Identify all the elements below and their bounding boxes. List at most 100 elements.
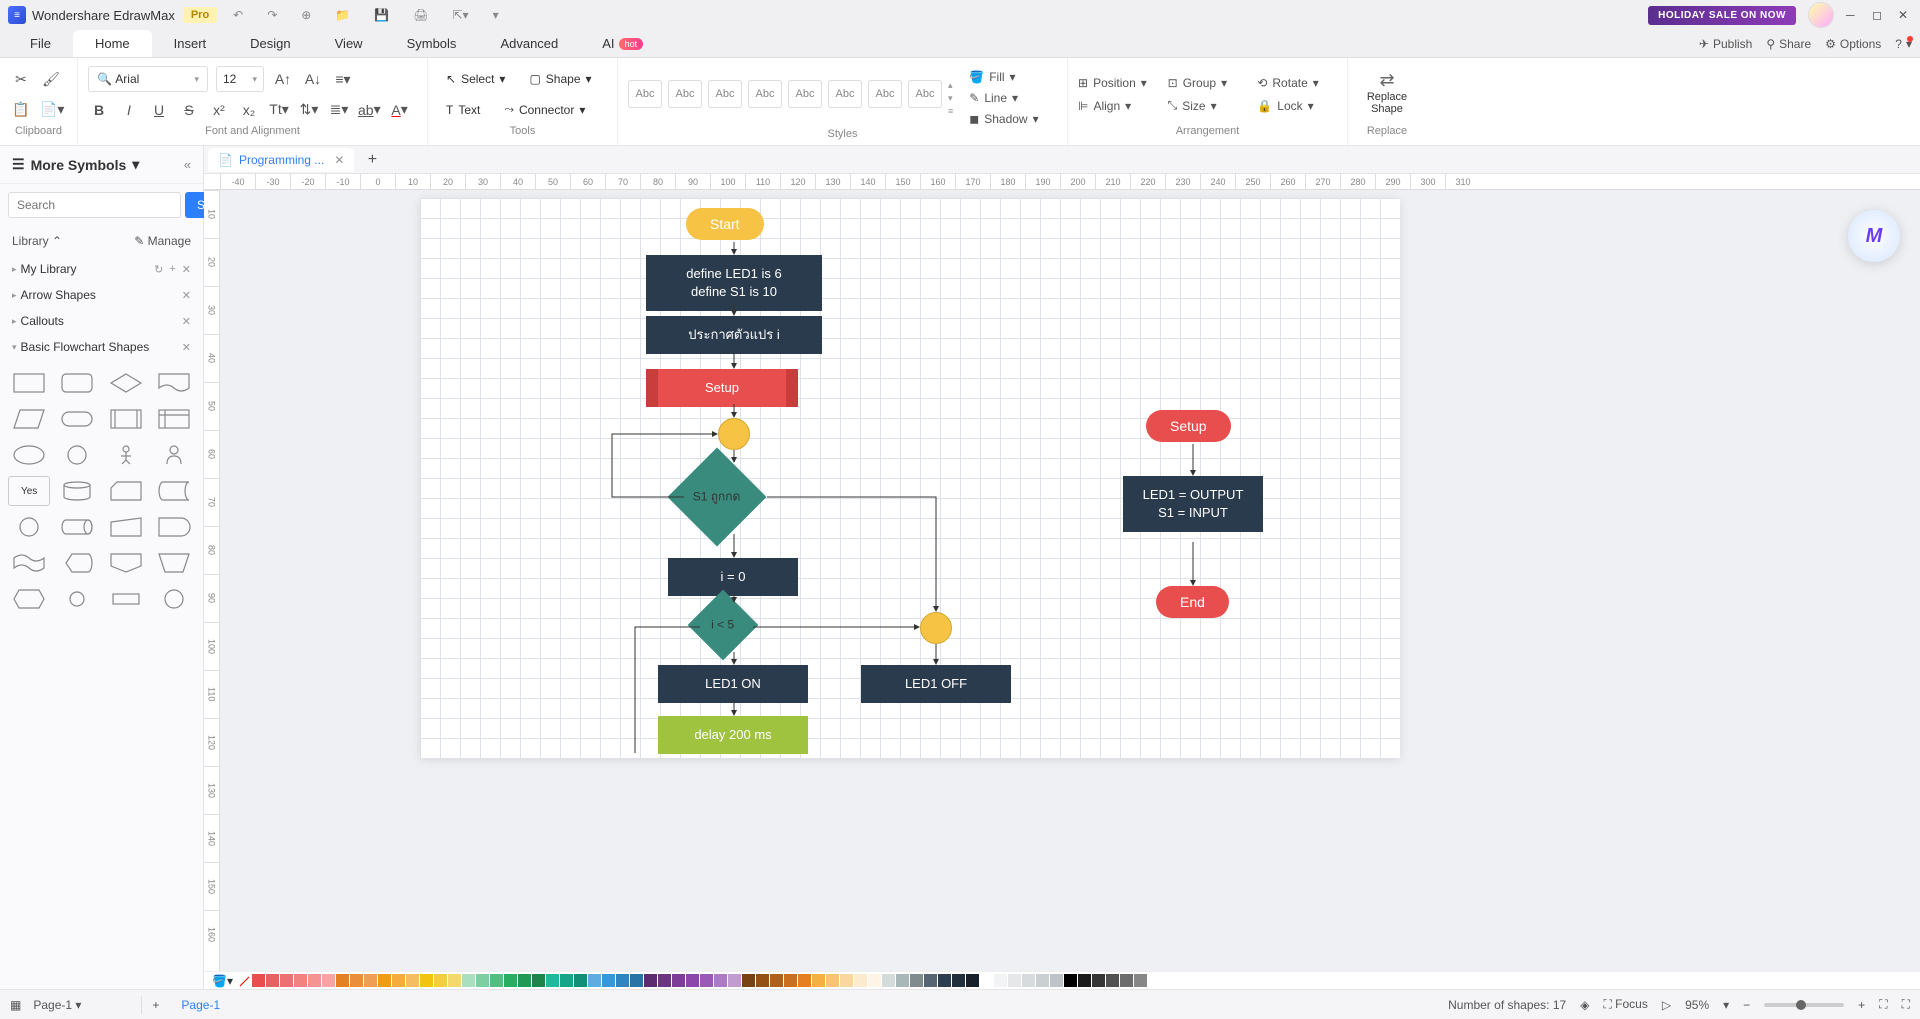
color-swatch[interactable]: [392, 974, 405, 987]
highlight-icon[interactable]: ab▾: [358, 99, 381, 121]
size-tool[interactable]: ⤡ Size▾: [1168, 96, 1248, 115]
fit-page-icon[interactable]: ⛶: [1879, 997, 1887, 1012]
color-swatch[interactable]: [966, 974, 979, 987]
shape-person[interactable]: [153, 440, 195, 470]
shape-decision-i[interactable]: i < 5: [688, 590, 759, 661]
shape-stored[interactable]: [153, 476, 195, 506]
color-swatch[interactable]: [938, 974, 951, 987]
color-swatch[interactable]: [1022, 974, 1035, 987]
menu-advanced[interactable]: Advanced: [478, 30, 580, 57]
font-color-icon[interactable]: A▾: [389, 99, 411, 121]
color-swatch[interactable]: [840, 974, 853, 987]
font-size-select[interactable]: 12▾: [216, 66, 264, 92]
color-swatch[interactable]: [336, 974, 349, 987]
fill-tool[interactable]: 🪣 Fill ▾: [969, 68, 1038, 86]
save-icon[interactable]: 💾: [374, 8, 389, 22]
shape-or[interactable]: [56, 584, 98, 614]
align-icon[interactable]: ≡▾: [332, 68, 354, 90]
style-preset-1[interactable]: Abc: [628, 80, 662, 108]
text-tool[interactable]: T Text: [438, 99, 488, 121]
color-swatch[interactable]: [700, 974, 713, 987]
shape-sum[interactable]: [153, 584, 195, 614]
section-arrow-shapes[interactable]: ▸Arrow Shapes✕: [0, 282, 203, 308]
color-swatch[interactable]: [630, 974, 643, 987]
menu-symbols[interactable]: Symbols: [385, 30, 479, 57]
styles-expand[interactable]: ≡: [948, 106, 953, 116]
holiday-sale-badge[interactable]: HOLIDAY SALE ON NOW: [1648, 6, 1796, 25]
color-swatch[interactable]: [812, 974, 825, 987]
line-spacing-icon[interactable]: ⇅▾: [298, 99, 320, 121]
shape-declare[interactable]: ประกาศตัวแปร i: [646, 316, 822, 354]
shape-collate[interactable]: [105, 584, 147, 614]
shape-manual[interactable]: [105, 512, 147, 542]
color-swatch[interactable]: [1050, 974, 1063, 987]
underline-icon[interactable]: U: [148, 99, 170, 121]
shape-offpage[interactable]: [105, 548, 147, 578]
shape-process[interactable]: [8, 368, 50, 398]
color-swatch[interactable]: [378, 974, 391, 987]
subscript-icon[interactable]: x₂: [238, 99, 260, 121]
color-swatch[interactable]: [868, 974, 881, 987]
line-tool[interactable]: ✎ Line ▾: [969, 89, 1038, 107]
color-swatch[interactable]: [252, 974, 265, 987]
shape-start[interactable]: Start: [686, 208, 764, 240]
help-button[interactable]: ? ▾: [1895, 37, 1912, 51]
style-preset-7[interactable]: Abc: [868, 80, 902, 108]
color-swatch[interactable]: [280, 974, 293, 987]
shape-annotation[interactable]: Yes: [8, 476, 50, 506]
zoom-slider[interactable]: [1764, 1003, 1844, 1007]
page-layout-icon[interactable]: ▦: [10, 998, 21, 1012]
layers-icon[interactable]: ◈: [1580, 998, 1589, 1012]
strikethrough-icon[interactable]: S: [178, 99, 200, 121]
color-swatch[interactable]: [742, 974, 755, 987]
color-swatch[interactable]: [490, 974, 503, 987]
cut-icon[interactable]: ✂: [10, 68, 32, 90]
more-icon[interactable]: ▾: [493, 8, 499, 22]
color-swatch[interactable]: [798, 974, 811, 987]
bold-icon[interactable]: B: [88, 99, 110, 121]
color-swatch[interactable]: [616, 974, 629, 987]
shape-setup[interactable]: Setup: [646, 369, 798, 407]
shape-connector-2[interactable]: [920, 612, 952, 644]
menu-ai[interactable]: AI hot: [580, 30, 665, 57]
no-color-swatch[interactable]: [238, 974, 251, 987]
color-swatch[interactable]: [294, 974, 307, 987]
color-swatch[interactable]: [924, 974, 937, 987]
color-swatch[interactable]: [1120, 974, 1133, 987]
shape-actor[interactable]: [105, 440, 147, 470]
shape-card[interactable]: [105, 476, 147, 506]
shape-database[interactable]: [56, 476, 98, 506]
color-swatch[interactable]: [728, 974, 741, 987]
shape-end[interactable]: End: [1156, 586, 1229, 618]
styles-scroll-up[interactable]: ▴: [948, 80, 953, 91]
style-preset-8[interactable]: Abc: [908, 80, 942, 108]
increase-font-icon[interactable]: A↑: [272, 68, 294, 90]
shape-tape[interactable]: [8, 548, 50, 578]
decrease-font-icon[interactable]: A↓: [302, 68, 324, 90]
case-icon[interactable]: Tt▾: [268, 99, 290, 121]
user-avatar[interactable]: [1808, 2, 1834, 28]
color-swatch[interactable]: [462, 974, 475, 987]
color-swatch[interactable]: [406, 974, 419, 987]
focus-button[interactable]: ⛶ Focus: [1603, 997, 1647, 1012]
shape-internal[interactable]: [153, 404, 195, 434]
paste-icon[interactable]: 📄▾: [40, 99, 64, 121]
color-swatch[interactable]: [434, 974, 447, 987]
shape-document[interactable]: [153, 368, 195, 398]
style-preset-4[interactable]: Abc: [748, 80, 782, 108]
fullscreen-icon[interactable]: ⛶: [1902, 997, 1910, 1012]
color-swatch[interactable]: [770, 974, 783, 987]
close-section-icon[interactable]: ✕: [182, 263, 191, 276]
color-swatch[interactable]: [588, 974, 601, 987]
options-button[interactable]: ⚙ Options: [1825, 37, 1881, 51]
color-swatch[interactable]: [1036, 974, 1049, 987]
style-preset-3[interactable]: Abc: [708, 80, 742, 108]
color-swatch[interactable]: [308, 974, 321, 987]
font-family-select[interactable]: 🔍 Arial▾: [88, 66, 208, 92]
shape-decision-s1[interactable]: S1 ถูกกด: [668, 448, 767, 547]
select-tool[interactable]: ↖ Select ▾: [438, 68, 513, 90]
menu-home[interactable]: Home: [73, 30, 152, 57]
minimize-icon[interactable]: ─: [1846, 8, 1860, 22]
color-swatch[interactable]: [854, 974, 867, 987]
library-label[interactable]: Library ⌃: [12, 234, 62, 248]
